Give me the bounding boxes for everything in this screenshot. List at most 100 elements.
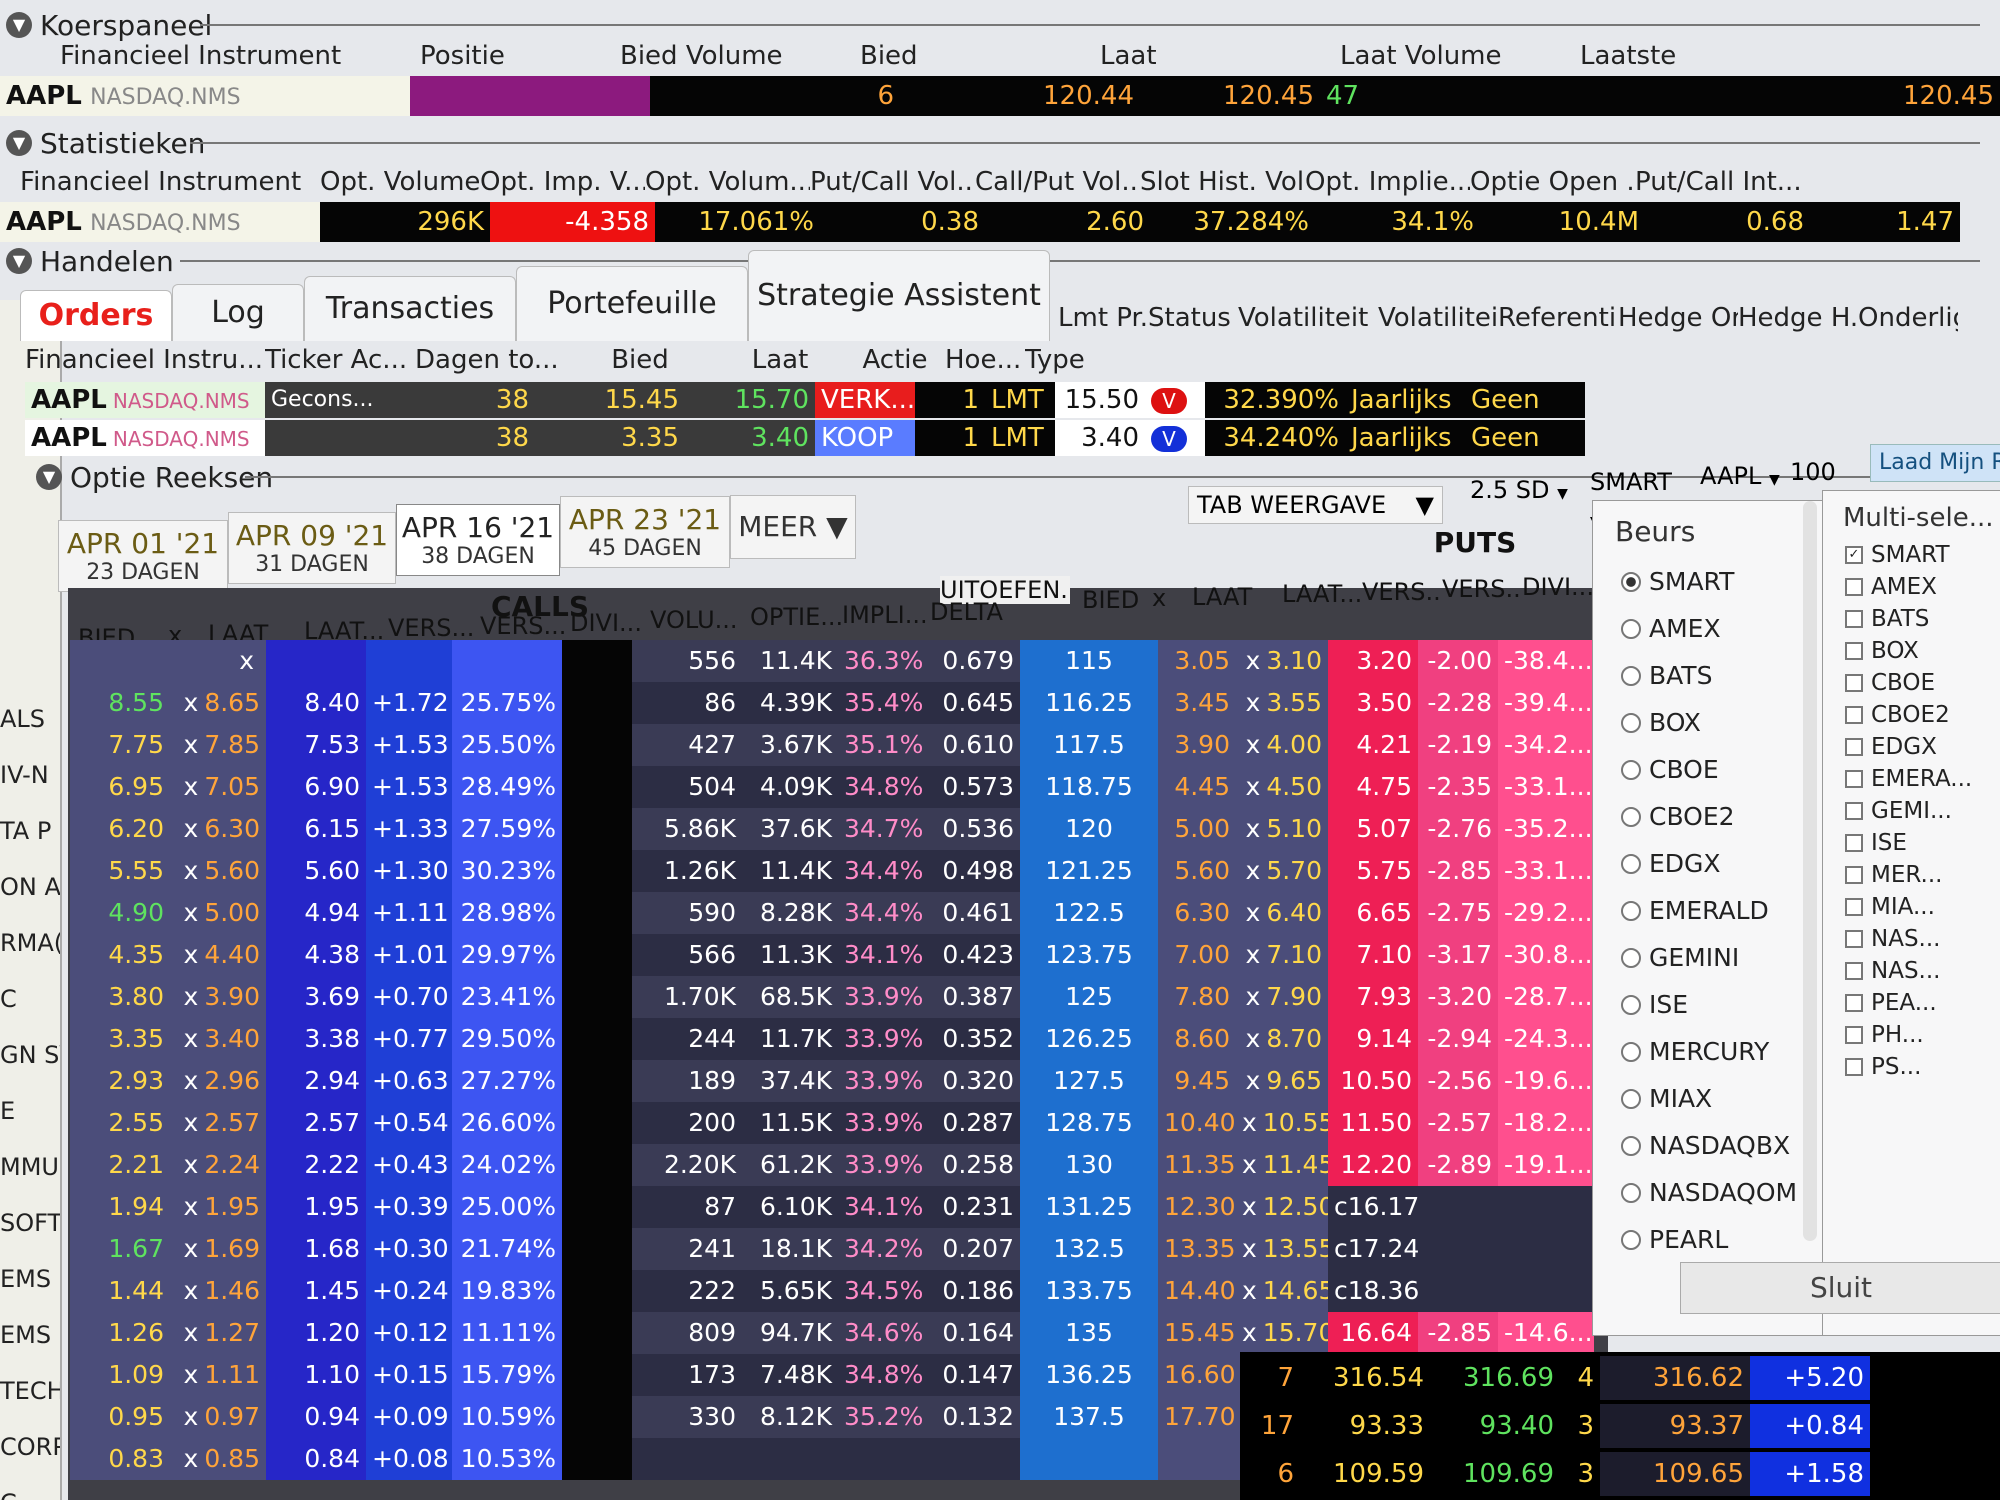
column-header[interactable]: Hedge Or... — [1618, 303, 1738, 333]
option-chain-row[interactable]: 2.55 x 2.57 2.57 +0.54 26.60% 200 11.5K 33.9% 0.2… — [70, 1102, 1594, 1144]
sidebar-item[interactable]: MMUN — [0, 1148, 60, 1186]
symbol-select[interactable]: AAPL ▼ — [1700, 458, 1780, 494]
statistieken-header[interactable]: ▼ Statistieken — [0, 126, 205, 160]
expiry-tab[interactable]: APR 23 '21 45 DAGEN — [560, 496, 730, 568]
column-header[interactable]: Laat — [1100, 41, 1340, 71]
radio-icon[interactable] — [1621, 618, 1641, 639]
beurs-radio-option[interactable]: CBOE2 — [1621, 793, 1823, 840]
option-chain-row[interactable]: 8.55 x 8.65 8.40 +1.72 25.75% 86 4.39K 35.4% 0.64… — [70, 682, 1594, 724]
order-row[interactable]: AAPL NASDAQ.NMS Gecons... 38 15.45 15.70 VERK.… — [25, 382, 1585, 418]
beurs-radio-option[interactable]: BATS — [1621, 652, 1823, 699]
order-limit-cell[interactable]: 15.50 — [1055, 382, 1145, 418]
sd-select[interactable]: 2.5 SD ▼ — [1470, 472, 1570, 508]
multi-select-option[interactable]: AMEX — [1845, 571, 2000, 603]
column-header[interactable]: Financieel Instrument — [20, 167, 320, 197]
checkbox-icon[interactable]: ✓ — [1845, 546, 1863, 564]
multi-select-option[interactable]: PEA... — [1845, 987, 2000, 1019]
column-header[interactable]: Volatilitei... — [1378, 303, 1498, 333]
column-header[interactable]: Opt. Volum... — [645, 167, 810, 197]
column-header[interactable]: Opt. Imp. V... — [480, 167, 645, 197]
handelen-header[interactable]: ▼ Handelen — [0, 244, 174, 278]
column-header[interactable]: Status — [1148, 303, 1238, 333]
sidebar-item[interactable]: IV-N — [0, 756, 60, 794]
column-header[interactable]: Referenti... — [1498, 303, 1618, 333]
sidebar-item[interactable]: ALS — [0, 700, 60, 738]
column-header[interactable]: Dagen to... — [415, 345, 565, 375]
more-expiries-button[interactable]: MEER ▼ — [730, 495, 856, 559]
multi-select-option[interactable]: NAS... — [1845, 955, 2000, 987]
sidebar-item[interactable]: RMA( — [0, 924, 60, 962]
beurs-radio-option[interactable]: EMERALD — [1621, 887, 1823, 934]
radio-icon[interactable] — [1621, 665, 1641, 686]
column-header[interactable]: Ticker Ac... — [265, 345, 415, 375]
expiry-tab[interactable]: APR 16 '21 38 DAGEN — [396, 504, 560, 576]
radio-icon[interactable] — [1621, 1182, 1641, 1203]
column-header[interactable]: Lmt Pr... — [1058, 303, 1148, 333]
checkbox-icon[interactable] — [1845, 834, 1863, 852]
sidebar-item[interactable]: EMS INC — [0, 1260, 60, 1298]
status-badge[interactable]: V — [1151, 426, 1187, 452]
collapse-triangle-icon[interactable]: ▼ — [36, 464, 62, 490]
exchange-select[interactable]: SMART ▼ — [1590, 464, 1690, 530]
radio-icon[interactable] — [1621, 853, 1641, 874]
sidebar-item[interactable]: GN SY — [0, 1036, 60, 1074]
put-column-header[interactable]: DIVI... — [1522, 573, 1592, 601]
multi-select-option[interactable]: PH... — [1845, 1019, 2000, 1051]
load-my-rows-button[interactable]: Laad Mijn R... — [1870, 444, 2000, 482]
optie-reeksen-header[interactable]: ▼ Optie Reeksen — [30, 460, 273, 494]
option-chain-row[interactable]: 6.20 x 6.30 6.15 +1.33 27.59% 5.86K 37.6K 34.7% 0… — [70, 808, 1594, 850]
option-chain-row[interactable]: 1.67 x 1.69 1.68 +0.30 21.74% 241 18.1K 34.2% 0.2… — [70, 1228, 1594, 1270]
sidebar-item[interactable]: C — [0, 980, 60, 1018]
column-header[interactable]: Call/Put Vol... — [975, 167, 1140, 197]
tab-transacties[interactable]: Transacties — [304, 276, 516, 341]
beurs-radio-option[interactable]: EDGX — [1621, 840, 1823, 887]
order-limit-cell[interactable]: 3.40 — [1055, 420, 1145, 456]
radio-icon[interactable] — [1621, 1135, 1641, 1156]
option-chain-row[interactable]: 4.90 x 5.00 4.94 +1.11 28.98% 590 8.28K 34.4% 0.4… — [70, 892, 1594, 934]
close-button[interactable]: Sluit — [1680, 1262, 2000, 1314]
call-column-header[interactable]: OPTIE... — [750, 603, 842, 631]
radio-icon[interactable] — [1621, 759, 1641, 780]
put-column-header[interactable]: LAAT — [1192, 583, 1282, 611]
put-column-header[interactable]: VERS... — [1442, 575, 1522, 603]
call-column-header[interactable]: VERS... — [388, 614, 480, 642]
checkbox-icon[interactable] — [1845, 1026, 1863, 1044]
checkbox-icon[interactable] — [1845, 994, 1863, 1012]
option-chain-row[interactable]: 2.93 x 2.96 2.94 +0.63 27.27% 189 37.4K 33.9% 0.3… — [70, 1060, 1594, 1102]
radio-icon[interactable] — [1621, 712, 1641, 733]
checkbox-icon[interactable] — [1845, 802, 1863, 820]
ticker-row[interactable]: 7 316.54 316.69 4 316.62 +5.20 — [1240, 1356, 2000, 1400]
multi-select-option[interactable]: CBOE — [1845, 667, 2000, 699]
beurs-radio-option[interactable]: MERCURY — [1621, 1028, 1823, 1075]
put-column-header[interactable]: BIED — [1082, 586, 1152, 614]
option-chain-row[interactable]: 5.55 x 5.60 5.60 +1.30 30.23% 1.26K 11.4K 34.4% 0… — [70, 850, 1594, 892]
beurs-radio-option[interactable]: AMEX — [1621, 605, 1823, 652]
checkbox-icon[interactable] — [1845, 610, 1863, 628]
option-chain-row[interactable]: 3.80 x 3.90 3.69 +0.70 23.41% 1.70K 68.5K 33.9% 0… — [70, 976, 1594, 1018]
collapse-triangle-icon[interactable]: ▼ — [6, 130, 32, 156]
option-chain-row[interactable]: 3.35 x 3.40 3.38 +0.77 29.50% 244 11.7K 33.9% 0.3… — [70, 1018, 1594, 1060]
call-column-header[interactable]: DIVI... — [570, 609, 650, 637]
call-column-header[interactable]: VOLU... — [650, 606, 750, 634]
expiry-tab[interactable]: APR 09 '21 31 DAGEN — [228, 512, 396, 584]
column-header[interactable]: Laatste — [1580, 41, 1780, 71]
beurs-radio-option[interactable]: NASDAQOM — [1621, 1169, 1823, 1216]
sidebar-item[interactable]: EMS INC — [0, 1316, 60, 1354]
multi-select-option[interactable]: CBOE2 — [1845, 699, 2000, 731]
status-badge[interactable]: V — [1151, 388, 1187, 414]
option-chain-row[interactable]: 1.44 x 1.46 1.45 +0.24 19.83% 222 5.65K 34.5% 0.1… — [70, 1270, 1594, 1312]
sidebar-item[interactable]: SOFTV — [0, 1204, 60, 1242]
statistieken-row-aapl[interactable]: AAPL NASDAQ.NMS 296K -4.358 17.061% 0.38… — [0, 202, 2000, 242]
call-column-header[interactable]: VERS... — [480, 612, 570, 640]
koerspaneel-row-aapl[interactable]: AAPL NASDAQ.NMS 6 120.44 120.45 47 120.4… — [0, 76, 2000, 116]
option-chain-row[interactable]: 2.21 x 2.24 2.22 +0.43 24.02% 2.20K 61.2K 33.9% 0… — [70, 1144, 1594, 1186]
multi-select-option[interactable]: ✓ SMART — [1845, 539, 2000, 571]
column-header[interactable]: Laat Volume — [1340, 41, 1580, 71]
multi-select-option[interactable]: PS... — [1845, 1051, 2000, 1083]
quantity-field[interactable]: 100 — [1790, 454, 1850, 490]
beurs-radio-option[interactable]: BOX — [1621, 699, 1823, 746]
option-chain-row[interactable]: 4.35 x 4.40 4.38 +1.01 29.97% 566 11.3K 34.1% 0.4… — [70, 934, 1594, 976]
column-header[interactable]: Laat — [715, 345, 845, 375]
column-header[interactable]: Put/Call Vol... — [810, 167, 975, 197]
checkbox-icon[interactable] — [1845, 642, 1863, 660]
